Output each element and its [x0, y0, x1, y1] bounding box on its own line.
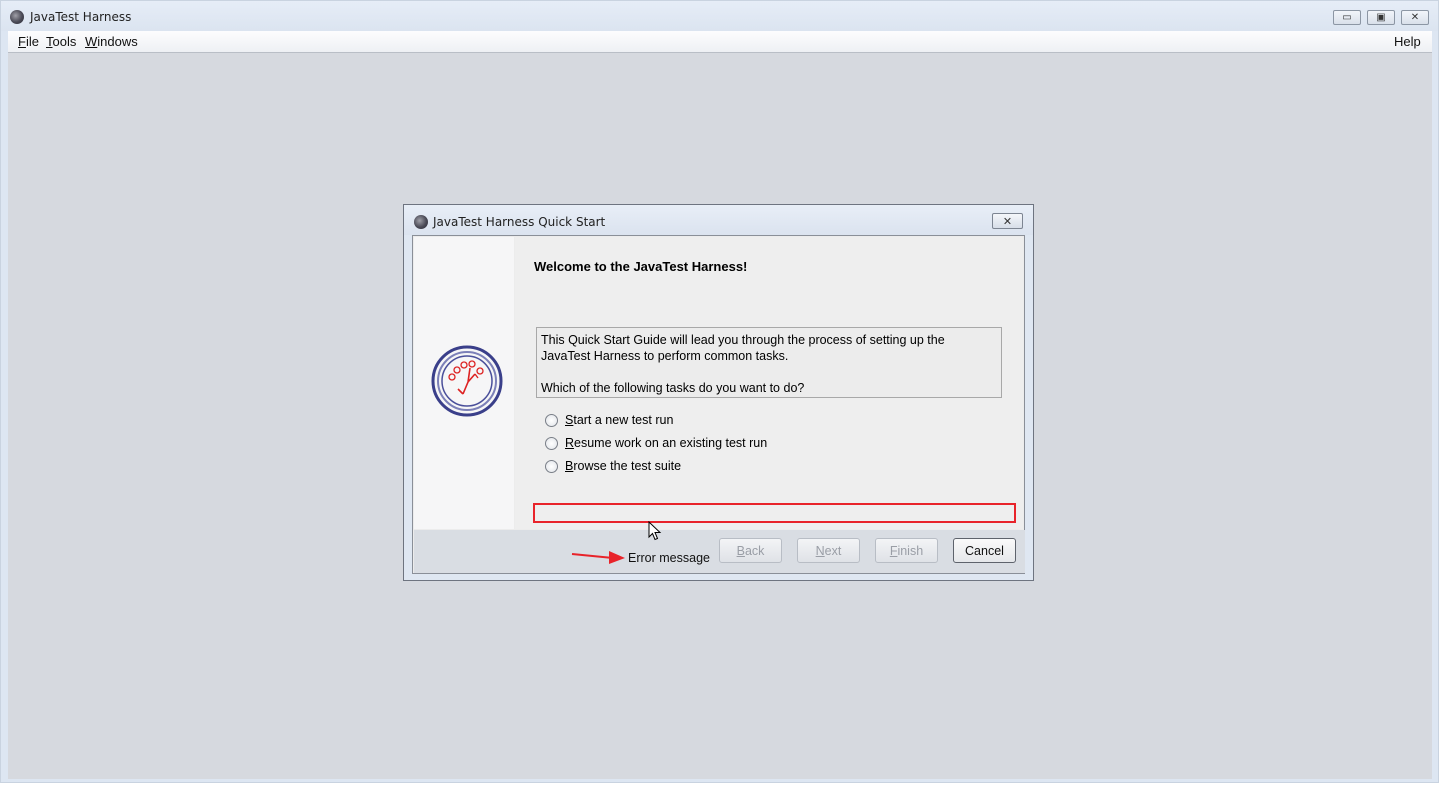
- radio-button[interactable]: [545, 436, 558, 450]
- app-icon: [414, 215, 428, 229]
- dialog-title-bar[interactable]: JavaTest Harness Quick Start ✕: [404, 205, 1033, 235]
- menu-tools[interactable]: Tools: [46, 34, 76, 49]
- back-button[interactable]: Back: [719, 538, 782, 563]
- radio-resume-existing-test-run[interactable]: Resume work on an existing test run: [545, 436, 767, 450]
- arrow-icon: [571, 551, 625, 564]
- cancel-button[interactable]: Cancel: [953, 538, 1016, 563]
- menu-windows[interactable]: Windows: [85, 34, 138, 49]
- quick-start-dialog: JavaTest Harness Quick Start ✕ Welcome t…: [403, 204, 1034, 581]
- app-icon: [10, 10, 24, 24]
- radio-label: Browse the test suite: [565, 459, 682, 473]
- side-panel: [414, 237, 514, 529]
- javatest-logo-icon: [431, 345, 503, 417]
- radio-button[interactable]: [545, 459, 558, 473]
- dialog-body: Welcome to the JavaTest Harness! This Qu…: [412, 235, 1025, 574]
- dialog-title: JavaTest Harness Quick Start: [433, 215, 606, 229]
- intro-text-box: This Quick Start Guide will lead you thr…: [536, 327, 1002, 398]
- question-text: Which of the following tasks do you want…: [541, 381, 805, 395]
- title-bar: JavaTest Harness ▭ ▣ ✕: [1, 1, 1438, 31]
- menu-bar: File Tools Windows Help: [8, 31, 1432, 53]
- next-button[interactable]: Next: [797, 538, 860, 563]
- finish-button[interactable]: Finish: [875, 538, 938, 563]
- menu-file[interactable]: File: [18, 34, 39, 49]
- dialog-close-button[interactable]: ✕: [992, 213, 1023, 229]
- intro-text: This Quick Start Guide will lead you thr…: [541, 333, 945, 363]
- content-panel: Welcome to the JavaTest Harness! This Qu…: [515, 237, 1023, 529]
- radio-label: Resume work on an existing test run: [565, 436, 768, 450]
- dialog-footer: Back Next Finish Cancel: [414, 530, 1025, 573]
- radio-label: Start a new test run: [565, 413, 674, 427]
- radio-start-new-test-run[interactable]: Start a new test run: [545, 413, 673, 427]
- radio-button[interactable]: [545, 413, 558, 427]
- maximize-button[interactable]: ▣: [1367, 10, 1395, 25]
- error-message-label: Error message: [628, 551, 710, 565]
- radio-browse-test-suite[interactable]: Browse the test suite: [545, 459, 681, 473]
- menu-help[interactable]: Help: [1394, 34, 1421, 49]
- mouse-cursor-icon: [648, 521, 662, 541]
- window-title: JavaTest Harness: [30, 10, 132, 24]
- welcome-heading: Welcome to the JavaTest Harness!: [534, 259, 748, 274]
- close-button[interactable]: ✕: [1401, 10, 1429, 25]
- minimize-button[interactable]: ▭: [1333, 10, 1361, 25]
- error-message-area: [533, 503, 1016, 523]
